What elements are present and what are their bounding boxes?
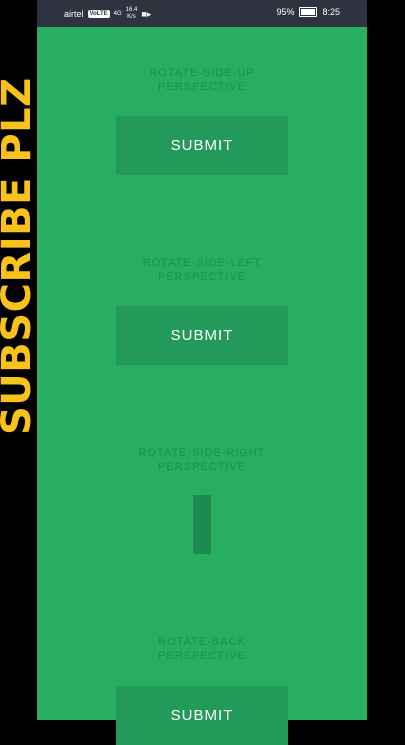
label-line2: PERSPECTIVE [157, 461, 247, 473]
label-line1: ROTATE-SIDE-LEFT [142, 257, 262, 269]
subscribe-overlay: SUBSCRIBE PLZ [0, 77, 40, 435]
status-left: airtel VoLTE 4G 16.4 K/s ■▸ [64, 7, 151, 21]
label-line2: PERSPECTIVE [157, 81, 247, 93]
network-speed: 16.4 K/s [126, 7, 138, 21]
submit-button-rotate-side-left[interactable]: SUBMIT [116, 306, 288, 365]
volte-badge: VoLTE [87, 10, 110, 18]
speed-unit: K/s [127, 14, 136, 20]
label-line1: ROTATE-BACK [158, 636, 246, 648]
section-label-rotate-side-right: ROTATE-SIDE-RIGHT PERSPECTIVE [37, 446, 367, 474]
video-camera-icon: ■▸ [141, 8, 152, 19]
status-right: 95% 8:25 [276, 7, 340, 17]
clock: 8:25 [322, 7, 340, 17]
label-line2: PERSPECTIVE [157, 271, 247, 283]
network-type: 4G [113, 11, 122, 17]
battery-percent: 95% [276, 7, 295, 17]
submit-button-rotate-side-right[interactable] [193, 495, 211, 554]
submit-button-rotate-back[interactable]: SUBMIT [116, 686, 288, 745]
status-bar: airtel VoLTE 4G 16.4 K/s ■▸ 95% 8:25 [37, 0, 367, 27]
label-line1: ROTATE-SIDE-UP [149, 67, 255, 79]
section-label-rotate-side-up: ROTATE-SIDE-UP PERSPECTIVE [37, 66, 367, 94]
label-line1: ROTATE-SIDE-RIGHT [138, 447, 266, 459]
phone-screen: airtel VoLTE 4G 16.4 K/s ■▸ 95% 8:25 ROT… [37, 0, 367, 745]
submit-button-rotate-side-up[interactable]: SUBMIT [116, 116, 288, 175]
section-label-rotate-side-left: ROTATE-SIDE-LEFT PERSPECTIVE [37, 256, 367, 284]
speed-value: 16.4 [125, 7, 138, 13]
carrier-name: airtel [64, 9, 84, 19]
label-line2: PERSPECTIVE [157, 650, 247, 662]
battery-icon [299, 7, 318, 17]
right-black-band [367, 0, 405, 720]
battery-fill [301, 9, 315, 15]
section-label-rotate-back: ROTATE-BACK PERSPECTIVE [37, 635, 367, 663]
